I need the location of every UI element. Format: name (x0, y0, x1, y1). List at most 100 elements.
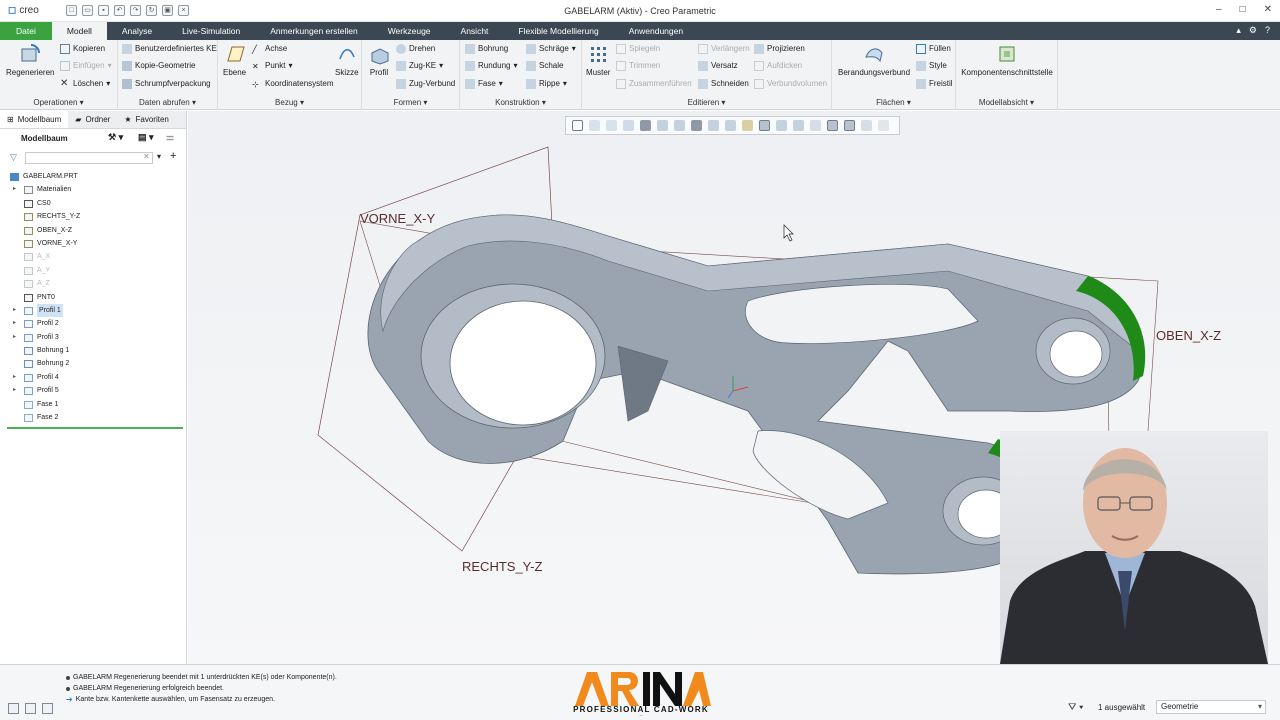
spin-center-display-icon[interactable] (810, 120, 821, 131)
appearance-icon[interactable] (861, 120, 872, 131)
spiegeln-button[interactable]: Spiegeln (616, 43, 660, 55)
tab-ansicht[interactable]: Ansicht (446, 22, 504, 40)
group-label-daten-abrufen[interactable]: Daten abrufen ▾ (118, 98, 217, 107)
freistil-button[interactable]: Freistil (916, 78, 953, 90)
minimize-ribbon-icon[interactable]: ▴ (1236, 25, 1241, 36)
expand-toggle-icon[interactable]: ▸ (13, 331, 16, 344)
tree-item[interactable]: A_X (0, 250, 186, 263)
plane-label-oben[interactable]: OBEN_X-Z (1156, 328, 1221, 343)
tree-item[interactable]: Bohrung 1 (0, 344, 186, 357)
fuellen-button[interactable]: Füllen (916, 43, 951, 55)
muster-button[interactable]: Muster (586, 43, 610, 77)
plane-display-icon[interactable] (742, 120, 753, 131)
regenerieren-button[interactable]: Regenerieren (6, 43, 54, 77)
kopieren-button[interactable]: Kopieren (60, 43, 105, 55)
tree-item[interactable]: CS0 (0, 197, 186, 210)
tree-item[interactable]: ▸ Profil 1 (0, 303, 186, 318)
tab-anmerkungen[interactable]: Anmerkungen erstellen (255, 22, 372, 40)
tree-item[interactable]: ▸ Profil 3 (0, 331, 186, 344)
display-style-icon[interactable] (640, 120, 651, 131)
plane-label-vorne[interactable]: VORNE_X-Y (360, 211, 435, 226)
tree-item[interactable]: GABELARM.PRT (0, 170, 186, 183)
zug-ke-button[interactable]: Zug-KE ▾ (396, 60, 443, 72)
benutzer-ke-button[interactable]: Benutzerdefiniertes KE (122, 43, 217, 55)
tree-item[interactable]: Bohrung 2 (0, 357, 186, 370)
kopie-geometrie-button[interactable]: Kopie-Geometrie (122, 60, 195, 72)
rippe-button[interactable]: Rippe ▾ (526, 78, 567, 90)
point-display-icon[interactable] (776, 120, 787, 131)
style-button[interactable]: Style (916, 60, 947, 72)
group-label-flaechen[interactable]: Flächen ▾ (832, 98, 955, 107)
refit-icon[interactable] (572, 120, 583, 131)
spin-center-icon[interactable] (708, 120, 719, 131)
perspective-icon[interactable] (691, 120, 702, 131)
tree-settings-icon[interactable]: ⚒ ▾ (108, 132, 123, 143)
view-manager-icon[interactable] (674, 120, 685, 131)
clear-search-icon[interactable]: ✕ (143, 152, 150, 161)
loeschen-button[interactable]: ✕ Löschen ▾ (60, 78, 110, 90)
tree-item[interactable]: PNT0 (0, 291, 186, 304)
full-screen-icon[interactable] (42, 703, 53, 714)
expand-toggle-icon[interactable]: ▸ (13, 183, 16, 196)
search-dropdown-icon[interactable]: ▾ (157, 152, 161, 161)
tree-item[interactable]: Fase 1 (0, 398, 186, 411)
navigator-toggle-icon[interactable] (8, 703, 19, 714)
tree-display-icon[interactable]: ⚌ (166, 132, 174, 143)
expand-toggle-icon[interactable]: ▸ (13, 371, 16, 384)
browser-toggle-icon[interactable] (25, 703, 36, 714)
axis-display-icon[interactable] (759, 120, 770, 131)
selection-filter-icon[interactable]: ⛛ ▾ (1068, 702, 1083, 713)
group-label-konstruktion[interactable]: Konstruktion ▾ (460, 98, 581, 107)
repaint-icon[interactable] (623, 120, 634, 131)
tab-flexible-modellierung[interactable]: Flexible Modellierung (503, 22, 613, 40)
maximize-button[interactable]: □ (1240, 4, 1246, 15)
tab-modellbaum[interactable]: ⊞ Modellbaum (0, 111, 69, 128)
tree-item[interactable]: A_Y (0, 264, 186, 277)
tab-anwendungen[interactable]: Anwendungen (614, 22, 698, 40)
fase-button[interactable]: Fase ▾ (465, 78, 503, 90)
zoom-in-icon[interactable] (589, 120, 600, 131)
annotation-display-icon[interactable] (725, 120, 736, 131)
tree-item[interactable]: A_Z (0, 277, 186, 290)
selection-count[interactable]: 1 ausgewählt (1098, 703, 1145, 712)
tree-item[interactable]: OBEN_X-Z (0, 224, 186, 237)
bohrung-button[interactable]: Bohrung (465, 43, 508, 55)
tree-item[interactable]: ▸ Materialien (0, 183, 186, 196)
minimize-button[interactable]: – (1216, 4, 1222, 15)
zoom-out-icon[interactable] (606, 120, 617, 131)
expand-toggle-icon[interactable]: ▸ (13, 384, 16, 397)
settings-icon[interactable]: ⚙ (1249, 25, 1257, 36)
tab-favoriten[interactable]: ★ Favoriten (117, 111, 176, 128)
rundung-button[interactable]: Rundung ▾ (465, 60, 518, 72)
tree-columns-icon[interactable]: ▤ ▾ (138, 132, 154, 143)
annotation-toggle-icon[interactable] (827, 120, 838, 131)
tree-search-input[interactable] (25, 152, 153, 164)
group-label-bezug[interactable]: Bezug ▾ (218, 98, 361, 107)
schale-button[interactable]: Schale (526, 60, 563, 72)
achse-button[interactable]: ╱ Achse (252, 43, 287, 55)
berandungsverbund-button[interactable]: Berandungsverbund (838, 43, 910, 77)
section-icon[interactable] (844, 120, 855, 131)
drehen-button[interactable]: Drehen (396, 43, 435, 55)
tab-modell[interactable]: Modell (51, 22, 107, 40)
help-icon[interactable]: ? (1265, 25, 1270, 36)
tab-ordner[interactable]: ▰ Ordner (68, 111, 117, 128)
tab-analyse[interactable]: Analyse (107, 22, 167, 40)
group-label-operationen[interactable]: Operationen ▾ (0, 98, 117, 107)
profil-button[interactable]: Profil (368, 43, 390, 77)
ebene-button[interactable]: Ebene (223, 43, 246, 77)
punkt-button[interactable]: ✕ Punkt ▾ (252, 60, 292, 72)
graphics-area[interactable]: VORNE_X-Y OBEN_X-Z RECHTS_Y-Z (188, 111, 1280, 664)
tree-item[interactable]: ▸ Profil 2 (0, 317, 186, 330)
versatz-button[interactable]: Versatz (698, 60, 738, 72)
verbundvolumen-button[interactable]: Verbundvolumen (754, 78, 827, 90)
schrumpf-button[interactable]: Schrumpfverpackung (122, 78, 211, 90)
group-label-modellabsicht[interactable]: Modellabsicht ▾ (956, 98, 1057, 107)
group-label-editieren[interactable]: Editieren ▾ (582, 98, 831, 107)
zusammenfuehren-button[interactable]: Zusammenführen (616, 78, 692, 90)
filter-icon[interactable]: ▽ (10, 152, 17, 163)
tree-item[interactable]: ▸ Profil 5 (0, 384, 186, 397)
einfuegen-button[interactable]: Einfügen ▾ (60, 60, 112, 72)
saved-views-icon[interactable] (657, 120, 668, 131)
group-label-formen[interactable]: Formen ▾ (362, 98, 459, 107)
